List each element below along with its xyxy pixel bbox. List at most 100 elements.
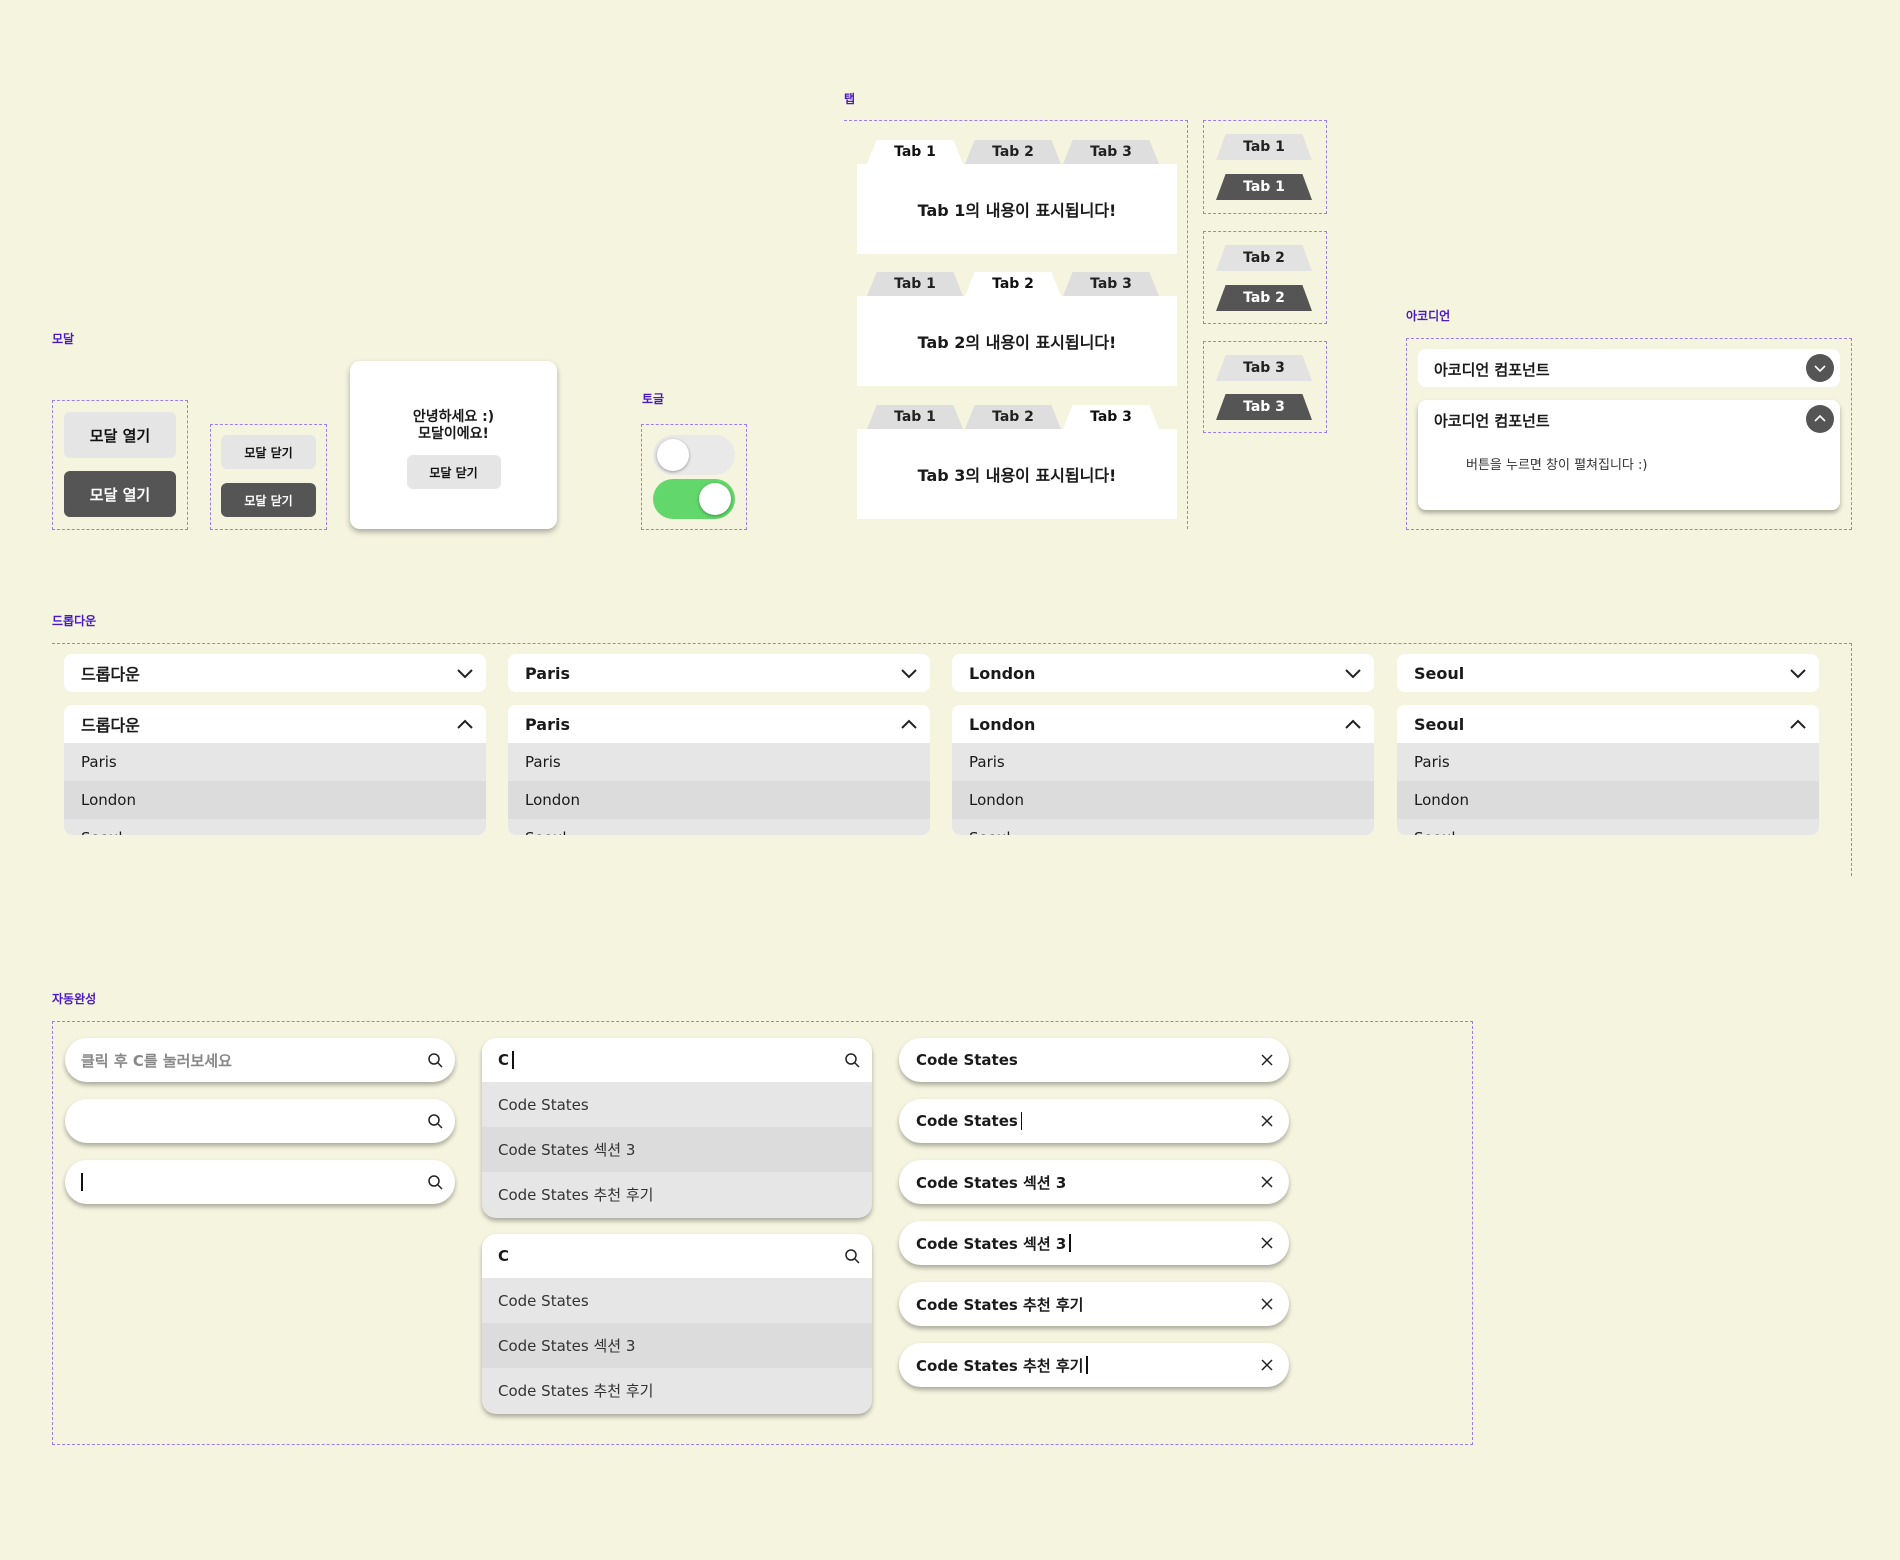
close-icon[interactable] [1259,1296,1275,1312]
dropdown-value: Paris [525,663,570,683]
close-icon[interactable] [1259,1235,1275,1251]
tab-3[interactable]: Tab 3 [1063,140,1159,164]
dropdown-1: 드롭다운 드롭다운 Paris London Seoul [64,654,486,836]
dropdown-closed[interactable]: Seoul [1397,654,1819,692]
dropdown-closed[interactable]: Paris [508,654,930,692]
modal-open-button-active[interactable]: 모달 열기 [64,471,176,517]
autocomplete-result-focused[interactable]: Code States [899,1099,1289,1143]
chevron-down-icon [901,669,917,679]
dropdown-option[interactable]: Seoul [64,819,486,835]
chevron-down-icon[interactable] [1806,354,1834,382]
tab-2[interactable]: Tab 2 [965,140,1061,164]
dropdown-value: Paris [525,714,570,734]
autocomplete-option[interactable]: Code States [482,1278,872,1323]
accordion-open[interactable]: 아코디언 컴포넌트 버튼을 누르면 창이 펼쳐집니다 :) [1418,400,1840,510]
tab-2-inactive[interactable]: Tab 2 [1216,245,1312,271]
dropdown-option[interactable]: London [952,781,1374,819]
dropdown-option[interactable]: Seoul [1397,819,1819,835]
modal-close-button[interactable]: 모달 닫기 [221,435,316,469]
toggle-switch-on[interactable] [653,479,735,519]
result-text: Code States 추천 후기 [916,1356,1084,1375]
tab-3-active[interactable]: Tab 3 [1216,394,1312,420]
dropdown-option[interactable]: Paris [952,743,1374,781]
tab-3[interactable]: Tab 3 [1063,405,1159,429]
tab-2-active[interactable]: Tab 2 [1216,285,1312,311]
search-icon[interactable] [844,1248,860,1264]
tab-panel: Tab 1의 내용이 표시됩니다! [857,164,1177,254]
tab-2[interactable]: Tab 2 [965,272,1061,296]
modal-close-button-active[interactable]: 모달 닫기 [221,483,316,517]
search-input-focused[interactable] [65,1160,455,1204]
dropdown-option[interactable]: Paris [64,743,486,781]
dropdown-closed[interactable]: 드롭다운 [64,654,486,692]
toggle-switch-off[interactable] [653,435,735,475]
dropdown-option[interactable]: Seoul [952,819,1374,835]
tab-1-active[interactable]: Tab 1 [1216,174,1312,200]
modal-message: 안녕하세요 :) 모달이에요! [412,409,495,442]
autocomplete-option[interactable]: Code States 추천 후기 [482,1368,872,1413]
dropdown-open-header[interactable]: 드롭다운 [64,705,486,743]
search-input-placeholder[interactable]: 클릭 후 C를 눌러보세요 [65,1038,455,1082]
close-icon[interactable] [1259,1174,1275,1190]
autocomplete-result[interactable]: Code States [899,1038,1289,1082]
tab-1[interactable]: Tab 1 [867,272,963,296]
section-label-autocomplete: 자동완성 [52,992,97,1006]
dropdown-closed[interactable]: London [952,654,1374,692]
autocomplete-result[interactable]: Code States 추천 후기 [899,1282,1289,1326]
dropdown-option[interactable]: London [1397,781,1819,819]
dropdown-4: Seoul Seoul Paris London Seoul [1397,654,1819,836]
close-icon[interactable] [1259,1357,1275,1373]
modal-open-button[interactable]: 모달 열기 [64,412,176,458]
tab-1[interactable]: Tab 1 [867,405,963,429]
search-icon[interactable] [427,1113,443,1129]
dropdown-open: Paris Paris London Seoul [508,705,930,835]
dropdown-value: 드롭다운 [81,665,140,684]
section-label-dropdown: 드롭다운 [52,614,97,628]
dropdown-open-header[interactable]: Seoul [1397,705,1819,743]
result-text: Code States [916,1051,1018,1069]
dropdown-option[interactable]: Paris [1397,743,1819,781]
dropdown-option[interactable]: Paris [508,743,930,781]
search-value: C [498,1247,510,1265]
search-icon[interactable] [427,1174,443,1190]
chevron-up-icon [1790,719,1806,729]
section-label-modal: 모달 [52,332,75,346]
search-icon[interactable] [844,1052,860,1068]
dropdown-open-header[interactable]: Paris [508,705,930,743]
autocomplete-result[interactable]: Code States 섹션 3 [899,1160,1289,1204]
modal-dialog-close-button[interactable]: 모달 닫기 [406,455,501,489]
autocomplete-option[interactable]: Code States 섹션 3 [482,1127,872,1172]
dropdown-value: Seoul [1414,663,1465,683]
autocomplete-result-focused[interactable]: Code States 섹션 3 [899,1221,1289,1265]
chevron-down-icon [1790,669,1806,679]
dropdown-option[interactable]: London [508,781,930,819]
toggle-knob [699,483,731,515]
modal-dialog: 안녕하세요 :) 모달이에요! 모달 닫기 [350,361,557,529]
dropdown-value: Seoul [1414,714,1465,734]
tab-3-inactive[interactable]: Tab 3 [1216,355,1312,381]
search-input[interactable]: C [482,1234,872,1278]
search-input-empty[interactable] [65,1099,455,1143]
tab-1-inactive[interactable]: Tab 1 [1216,134,1312,160]
search-icon[interactable] [427,1052,443,1068]
tab-2[interactable]: Tab 2 [965,405,1061,429]
autocomplete-option[interactable]: Code States 섹션 3 [482,1323,872,1368]
autocomplete-option[interactable]: Code States [482,1082,872,1127]
tab-1[interactable]: Tab 1 [867,140,963,164]
autocomplete-open: C Code States Code States 섹션 3 Code Stat… [482,1234,872,1414]
chevron-up-icon[interactable] [1806,405,1834,433]
chevron-up-icon [457,719,473,729]
search-placeholder: 클릭 후 C를 눌러보세요 [81,1051,232,1070]
close-icon[interactable] [1259,1052,1275,1068]
dropdown-open-header[interactable]: London [952,705,1374,743]
dropdown-option[interactable]: Seoul [508,819,930,835]
close-icon[interactable] [1259,1113,1275,1129]
autocomplete-option[interactable]: Code States 추천 후기 [482,1172,872,1217]
accordion-closed[interactable]: 아코디언 컴포넌트 [1418,349,1840,387]
tabset-1: Tab 1 Tab 2 Tab 3 Tab 1의 내용이 표시됩니다! [857,140,1177,254]
search-input[interactable]: C [482,1038,872,1082]
result-text: Code States 섹션 3 [916,1234,1067,1253]
tab-3[interactable]: Tab 3 [1063,272,1159,296]
dropdown-option[interactable]: London [64,781,486,819]
autocomplete-result-focused[interactable]: Code States 추천 후기 [899,1343,1289,1387]
